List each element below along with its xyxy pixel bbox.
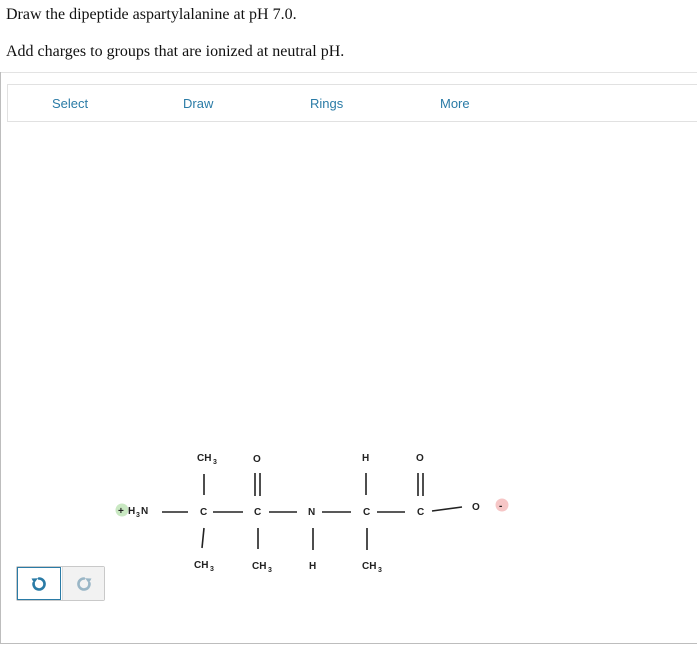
c-carbonyl1-bottom-sub: 3	[268, 567, 272, 574]
c-alpha1-top-sub: 3	[213, 459, 217, 466]
c-carbonyl2[interactable]: C	[417, 507, 424, 518]
redo-button[interactable]	[62, 567, 104, 600]
c-alpha1-bottom-sub: 3	[210, 566, 214, 573]
c-alpha2[interactable]: C	[363, 507, 370, 518]
o-carboxylate[interactable]: O	[472, 502, 480, 513]
o-carbonyl1[interactable]: O	[253, 454, 261, 465]
bond-ccarbonyl2-o[interactable]	[431, 506, 463, 512]
carboxylate-minus: -	[499, 501, 502, 512]
n-terminus-h[interactable]: H	[128, 506, 135, 517]
n-amide-h[interactable]: H	[309, 561, 316, 572]
n-terminus-plus[interactable]: +	[118, 506, 124, 517]
c-alpha2-h[interactable]: H	[362, 453, 369, 464]
n-terminus-n[interactable]: N	[141, 506, 148, 517]
undo-icon	[31, 576, 46, 591]
c-carbonyl1-bottom-ch[interactable]: CH	[252, 561, 266, 572]
c-alpha1-bottom-ch[interactable]: CH	[194, 560, 208, 571]
history-controls	[16, 566, 105, 601]
n-terminus-sub: 3	[136, 512, 140, 519]
bond-calpha1-bottom-ch3[interactable]	[201, 527, 205, 549]
c-alpha1-top-ch[interactable]: CH	[197, 453, 211, 464]
c-alpha1[interactable]: C	[200, 507, 207, 518]
c-carbonyl1[interactable]: C	[254, 507, 261, 518]
c-alpha2-bottom-ch[interactable]: CH	[362, 561, 376, 572]
undo-button[interactable]	[17, 567, 61, 600]
n-amide[interactable]: N	[308, 507, 315, 518]
o-carbonyl2[interactable]: O	[416, 453, 424, 464]
molecule-structure[interactable]: + H 3 N CH 3 C CH 3 O C CH 3 N H H C CH …	[0, 0, 697, 646]
redo-icon	[76, 576, 91, 591]
c-alpha2-bottom-sub: 3	[378, 567, 382, 574]
